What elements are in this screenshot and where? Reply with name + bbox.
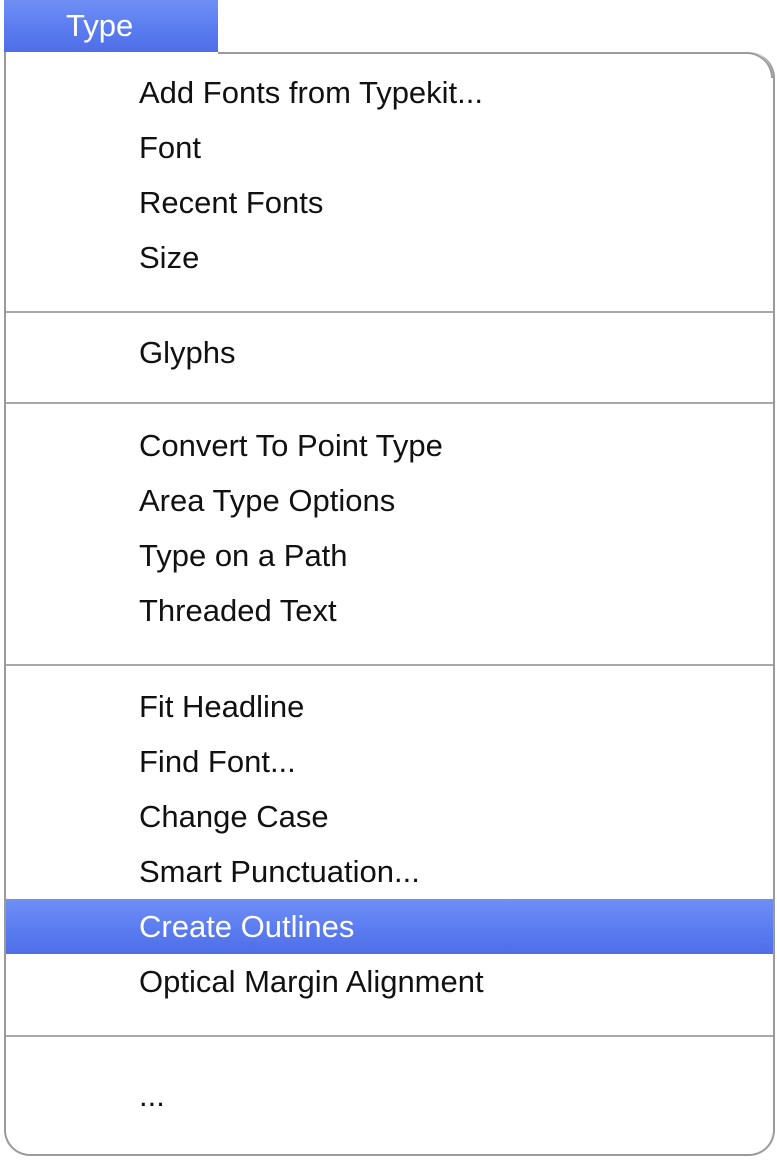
menu-item-type-on-a-path[interactable]: Type on a Path (6, 528, 773, 583)
menu-item-size[interactable]: Size (6, 230, 773, 285)
menu-item-optical-margin-alignment[interactable]: Optical Margin Alignment (6, 954, 773, 1009)
menu-item-add-fonts-from-typekit[interactable]: Add Fonts from Typekit... (6, 65, 773, 120)
menu-item-font[interactable]: Font (6, 120, 773, 175)
type-menu-dropdown: Add Fonts from Typekit... Font Recent Fo… (4, 52, 775, 1156)
menu-item-area-type-options[interactable]: Area Type Options (6, 473, 773, 528)
menu-item-find-font[interactable]: Find Font... (6, 734, 773, 789)
menu-item-create-outlines[interactable]: Create Outlines (6, 899, 773, 954)
menu-item-more[interactable]: ... (6, 1068, 773, 1123)
menu-item-convert-to-point-type[interactable]: Convert To Point Type (6, 418, 773, 473)
menu-item-threaded-text[interactable]: Threaded Text (6, 583, 773, 638)
menu-item-recent-fonts[interactable]: Recent Fonts (6, 175, 773, 230)
menu-separator (6, 1035, 773, 1037)
menu-item-smart-punctuation[interactable]: Smart Punctuation... (6, 844, 773, 899)
menu-separator (6, 664, 773, 666)
menu-separator (6, 311, 773, 313)
menu-item-fit-headline[interactable]: Fit Headline (6, 679, 773, 734)
menu-item-change-case[interactable]: Change Case (6, 789, 773, 844)
menu-title-type[interactable]: Type (4, 0, 218, 52)
menu-item-glyphs[interactable]: Glyphs (6, 325, 773, 380)
menu-separator (6, 402, 773, 404)
